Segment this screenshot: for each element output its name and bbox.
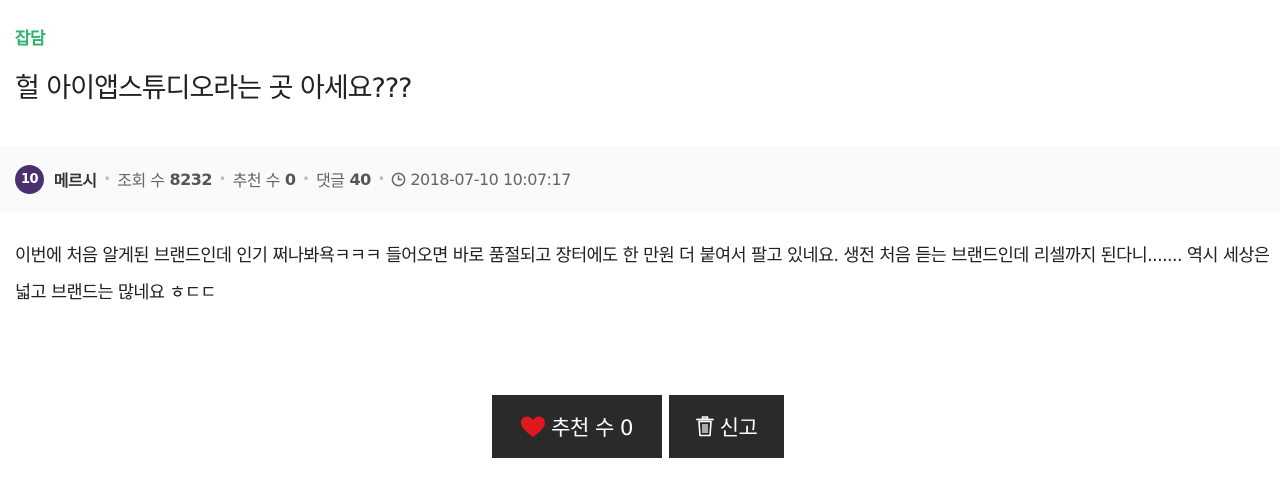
views-label: 조회 수: [117, 171, 165, 190]
comments-value: 40: [349, 169, 372, 189]
separator-dot: •: [377, 172, 385, 186]
post-view: 잡담 헐 아이앱스튜디오라는 곳 아세요??? 10 메르시 • 조회 수 82…: [0, 0, 1280, 495]
level-badge: 10: [15, 164, 44, 194]
recommend-button-label: 추천 수 0: [551, 415, 633, 440]
author-name[interactable]: 메르시: [54, 167, 97, 191]
separator-dot: •: [103, 172, 111, 186]
views-value: 8232: [169, 169, 213, 189]
trash-icon: [695, 416, 714, 437]
comments-label: 댓글: [316, 171, 345, 190]
recommend-value: 0: [284, 169, 296, 189]
comments-count[interactable]: 댓글 40: [316, 167, 371, 191]
post-datetime: 2018-07-10 10:07:17: [391, 169, 571, 189]
report-button-label: 신고: [719, 415, 758, 440]
separator-dot: •: [302, 172, 310, 186]
post-content: 이번에 처음 알게된 브랜드인데 인기 쩌나봐욕ㅋㅋㅋ 들어오면 바로 품절되고…: [15, 246, 1270, 303]
views-count: 조회 수 8232: [117, 167, 212, 191]
recommend-button[interactable]: 추천 수 0: [492, 395, 662, 458]
category-label[interactable]: 잡담: [15, 24, 46, 49]
heart-icon: [521, 416, 546, 437]
post-actions: 추천 수 0 신고: [492, 395, 784, 458]
datetime-text: 2018-07-10 10:07:17: [410, 169, 571, 189]
post-title: 헐 아이앱스튜디오라는 곳 아세요???: [15, 73, 412, 104]
recommend-label: 추천 수: [232, 171, 281, 190]
recommend-count: 추천 수 0: [233, 167, 296, 191]
separator-dot: •: [219, 172, 226, 186]
post-meta-bar: 10 메르시 • 조회 수 8232 • 추천 수 0 • 댓글 40 • 20…: [0, 146, 1280, 212]
clock-icon: [392, 172, 406, 186]
report-button[interactable]: 신고: [669, 395, 784, 458]
